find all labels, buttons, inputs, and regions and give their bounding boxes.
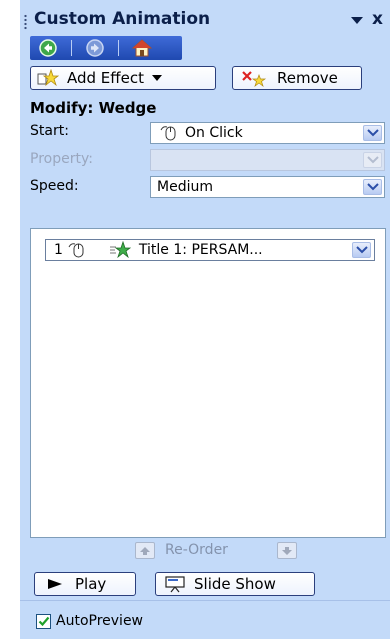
move-down-button[interactable]	[277, 542, 297, 559]
mouse-click-icon	[68, 243, 84, 258]
remove-label: Remove	[277, 69, 338, 87]
speed-value: Medium	[157, 179, 213, 195]
play-label: Play	[75, 575, 107, 593]
nav-separator	[118, 40, 119, 56]
checkmark-icon	[38, 616, 49, 627]
reorder-controls: Re-Order	[30, 540, 386, 562]
autopreview-checkbox[interactable]	[36, 614, 51, 629]
modify-heading: Modify: Wedge	[30, 99, 157, 117]
home-icon	[132, 39, 152, 57]
start-label: Start:	[30, 123, 69, 139]
list-item[interactable]: 1 Title 1: PERSAM...	[45, 239, 375, 261]
animation-label: Title 1: PERSAM...	[138, 242, 263, 258]
arrow-down-icon	[282, 546, 292, 555]
speed-label: Speed:	[30, 178, 79, 194]
play-icon	[48, 579, 62, 589]
speed-dropdown[interactable]: Medium	[150, 176, 385, 198]
nav-separator	[71, 40, 72, 56]
chevron-down-icon	[151, 75, 162, 81]
pane-title: Custom Animation	[34, 9, 211, 29]
start-value: On Click	[185, 125, 243, 141]
animation-order: 1	[54, 242, 63, 258]
pane-menu-dropdown-icon[interactable]	[350, 15, 364, 25]
chevron-down-icon[interactable]	[363, 125, 382, 141]
reorder-label: Re-Order	[165, 542, 228, 558]
chevron-down-icon[interactable]	[352, 242, 371, 258]
back-button[interactable]	[30, 36, 66, 60]
chevron-down-icon[interactable]	[363, 179, 382, 195]
forward-arrow-icon	[86, 39, 104, 57]
start-dropdown[interactable]: On Click	[150, 122, 385, 144]
slide-show-label: Slide Show	[194, 575, 276, 593]
add-effect-button[interactable]: Add Effect	[30, 66, 216, 90]
entrance-effect-star-icon	[109, 241, 131, 259]
drag-grip-icon[interactable]	[24, 14, 27, 30]
add-effect-star-icon	[37, 69, 59, 87]
mouse-click-icon	[160, 126, 176, 141]
slide-show-icon	[165, 576, 185, 593]
autopreview-label[interactable]: AutoPreview	[56, 613, 143, 629]
remove-effect-icon	[242, 71, 267, 87]
slide-show-button[interactable]: Slide Show	[155, 572, 315, 596]
close-pane-button[interactable]: x	[372, 9, 383, 29]
remove-button[interactable]: Remove	[232, 66, 362, 90]
custom-animation-pane: Custom Animation x Add Effect Remove Mod…	[0, 0, 390, 639]
add-effect-label: Add Effect	[67, 69, 144, 87]
home-button[interactable]	[124, 36, 160, 60]
forward-button[interactable]	[77, 36, 113, 60]
play-button[interactable]: Play	[34, 572, 136, 596]
footer-divider	[20, 600, 390, 601]
arrow-up-icon	[140, 546, 150, 555]
back-arrow-icon	[39, 39, 57, 57]
property-label: Property:	[30, 151, 93, 167]
move-up-button[interactable]	[135, 542, 155, 559]
property-dropdown	[150, 149, 385, 171]
chevron-down-icon	[363, 152, 382, 168]
pane-navigation-bar	[30, 36, 182, 60]
animation-list[interactable]: 1 Title 1: PERSAM...	[30, 228, 386, 538]
